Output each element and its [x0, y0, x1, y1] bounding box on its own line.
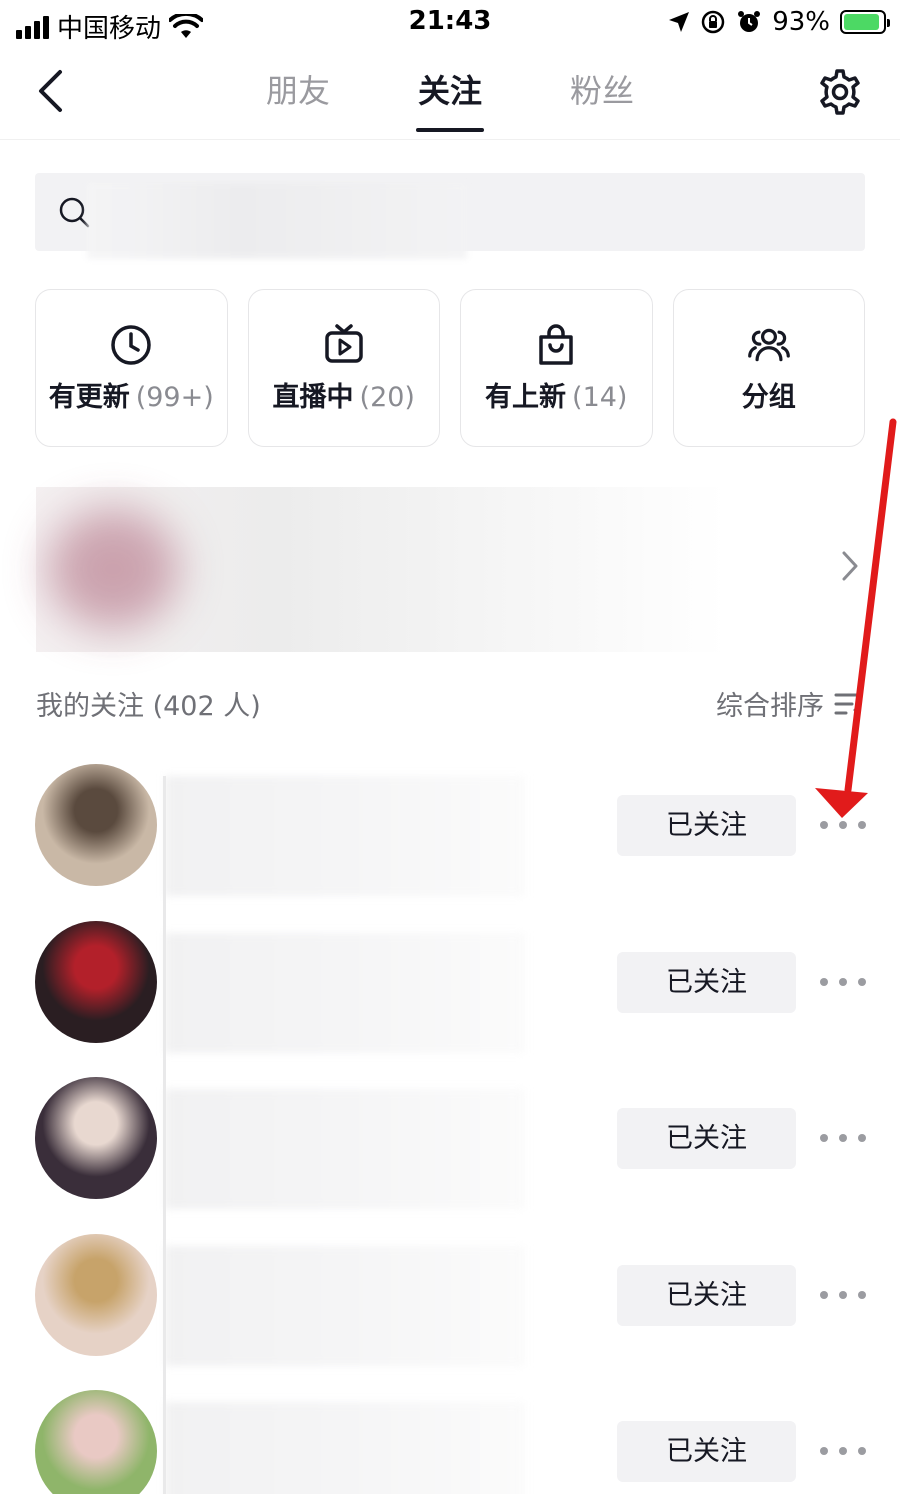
alarm-icon — [738, 11, 761, 32]
battery-percentage: 93% — [772, 7, 830, 37]
dot — [839, 1290, 847, 1299]
shopping-bag-icon — [539, 323, 573, 365]
card-has-updates[interactable]: 有更新 (99+) — [35, 289, 228, 447]
gear-icon[interactable] — [816, 68, 864, 116]
battery-fill — [844, 14, 880, 30]
dot — [858, 1447, 866, 1455]
card-label: 有上新 (14) — [485, 381, 628, 413]
search-icon — [59, 197, 90, 228]
dot — [839, 977, 847, 986]
card-label: 有更新 (99+) — [48, 381, 214, 413]
more-dots-icon[interactable] — [820, 1125, 866, 1151]
card-new-arrivals[interactable]: 有上新 (14) — [460, 289, 653, 447]
list-item[interactable]: 已关注 — [0, 1077, 900, 1234]
following-button[interactable]: 已关注 — [617, 951, 796, 1013]
tab-bar: 朋友 关注 粉丝 — [0, 62, 900, 132]
recent-contacts-banner[interactable] — [36, 487, 866, 652]
blurred-username — [165, 1245, 525, 1366]
avatar[interactable] — [35, 764, 157, 886]
blurred-username — [165, 776, 525, 896]
dot — [820, 977, 828, 986]
tab-friends[interactable]: 朋友 — [266, 62, 330, 132]
more-dots-icon[interactable] — [820, 812, 866, 838]
following-list: 已关注 已关注 已关注 已关注 已关注 — [0, 764, 900, 1494]
live-tv-icon — [325, 323, 363, 363]
dot — [858, 821, 866, 829]
card-count: (99+) — [135, 381, 214, 413]
group-icon — [747, 328, 790, 361]
sort-label: 综合排序 — [716, 691, 824, 722]
blurred-username — [165, 1402, 525, 1494]
status-bar: 中国移动 21:43 93% — [0, 0, 900, 48]
top-nav: 朋友 关注 粉丝 — [0, 48, 900, 140]
location-arrow-icon — [669, 12, 690, 32]
blurred-avatar — [48, 509, 178, 629]
dot — [820, 1290, 828, 1299]
dot — [820, 1134, 828, 1142]
dot — [820, 1447, 828, 1455]
dot — [839, 1447, 847, 1455]
more-dots-icon[interactable] — [820, 969, 866, 995]
chevron-right-icon — [842, 551, 858, 581]
tab-following[interactable]: 关注 — [415, 62, 485, 132]
search-placeholder-blurred — [87, 183, 467, 259]
clock-icon — [111, 324, 151, 365]
sort-button[interactable]: 综合排序 — [716, 684, 864, 723]
dot — [858, 1290, 866, 1299]
rotation-lock-icon — [701, 10, 725, 34]
dot — [839, 821, 847, 829]
blur-divider — [163, 776, 166, 1494]
list-item[interactable]: 已关注 — [0, 920, 900, 1078]
list-item[interactable]: 已关注 — [0, 764, 900, 921]
following-button[interactable]: 已关注 — [617, 795, 796, 856]
card-label: 直播中 (20) — [272, 381, 415, 413]
dot — [858, 977, 866, 986]
more-dots-icon[interactable] — [820, 1438, 866, 1464]
following-count-title: 我的关注 (402 人) — [36, 691, 261, 722]
quick-filter-cards: 有更新 (99+) 直播中 (20) 有上新 (14) 分组 — [35, 289, 865, 447]
avatar[interactable] — [35, 1233, 157, 1356]
dot — [858, 1134, 866, 1142]
sort-icon — [834, 693, 861, 715]
list-item[interactable]: 已关注 — [0, 1233, 900, 1391]
more-dots-icon[interactable] — [820, 1282, 866, 1308]
following-button[interactable]: 已关注 — [617, 1108, 796, 1169]
battery-icon — [840, 10, 890, 34]
search-bar[interactable] — [35, 173, 865, 259]
card-groups[interactable]: 分组 — [672, 289, 865, 447]
avatar[interactable] — [35, 1077, 157, 1199]
following-button[interactable]: 已关注 — [617, 1264, 796, 1326]
list-item[interactable]: 已关注 — [0, 1390, 900, 1494]
blurred-username — [165, 1089, 525, 1209]
status-right: 93% — [668, 7, 890, 37]
card-label: 分组 — [741, 381, 796, 413]
blurred-username — [165, 932, 525, 1053]
avatar[interactable] — [35, 1390, 157, 1494]
following-button[interactable]: 已关注 — [617, 1421, 796, 1482]
card-count: (14) — [572, 381, 628, 413]
card-live-now[interactable]: 直播中 (20) — [247, 289, 440, 447]
tab-fans[interactable]: 粉丝 — [570, 62, 634, 132]
avatar[interactable] — [35, 920, 157, 1043]
dot — [839, 1134, 847, 1142]
card-count: (20) — [359, 381, 415, 413]
dot — [820, 821, 828, 829]
